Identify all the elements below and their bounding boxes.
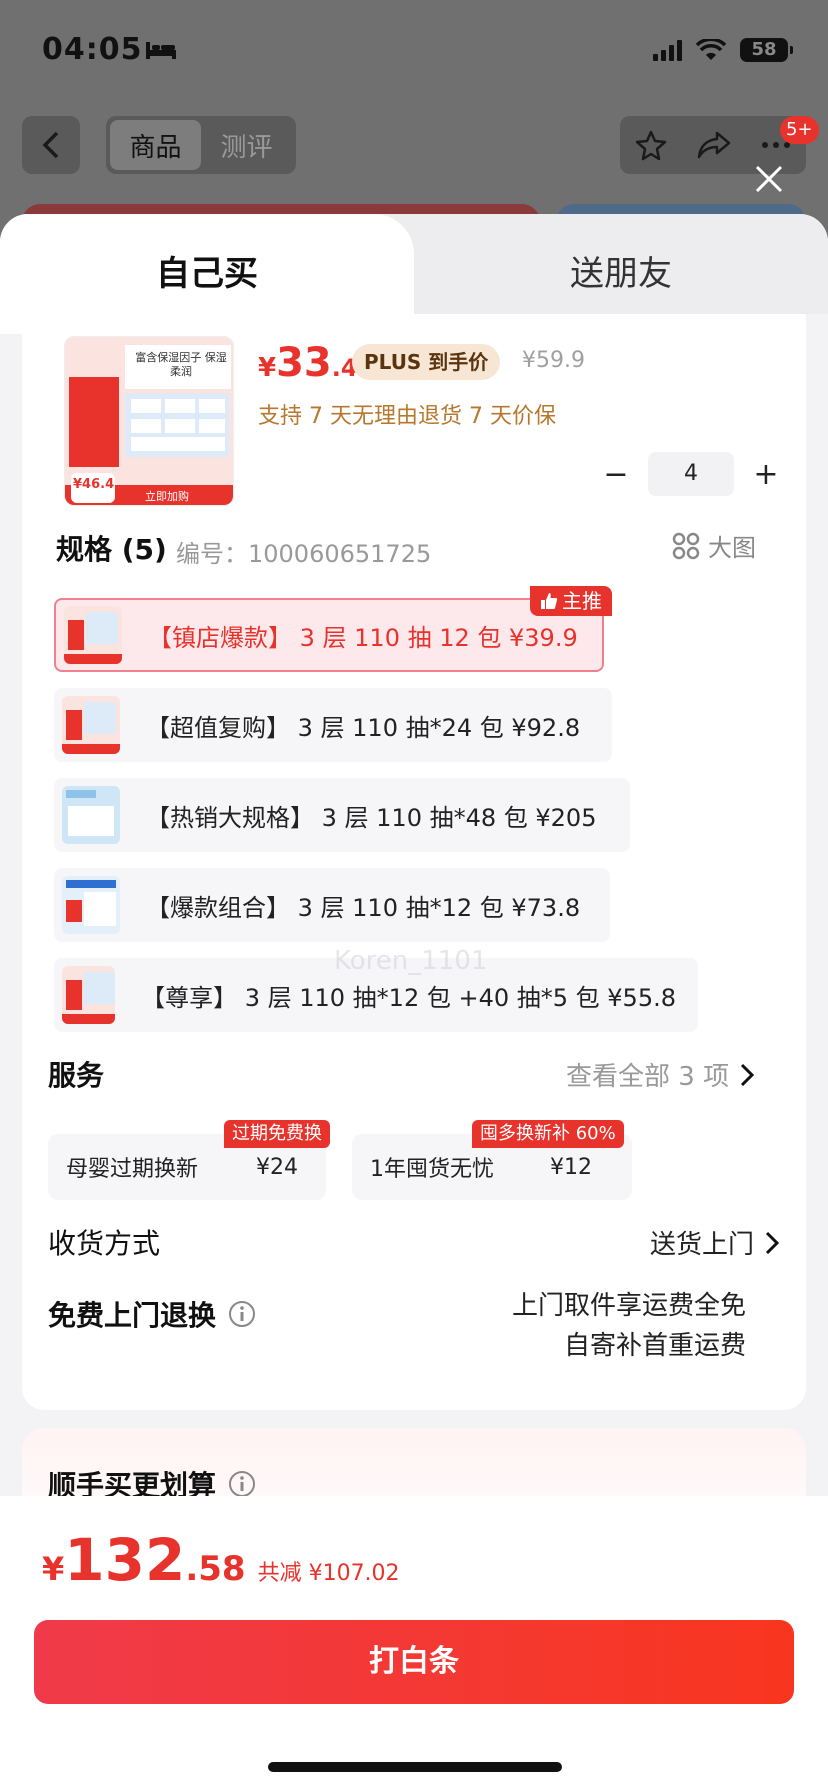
grid-icon xyxy=(672,532,700,559)
original-price: ¥59.9 xyxy=(522,348,585,373)
service-price: ¥24 xyxy=(256,1154,298,1180)
decrease-button[interactable]: − xyxy=(602,457,630,492)
tab-self-buy[interactable]: 自己买 xyxy=(156,246,258,295)
total-decimal: .58 xyxy=(185,1549,246,1589)
close-icon[interactable] xyxy=(752,162,786,196)
free-return-line-1: 上门取件享运费全免 xyxy=(511,1291,746,1321)
price-integer: 33 xyxy=(276,340,332,386)
option-thumbnail xyxy=(64,606,122,664)
spec-option[interactable]: 【热销大规格】 3 层 110 抽*48 包 ¥205 xyxy=(54,778,630,852)
battery-indicator: 58 xyxy=(740,38,793,62)
quantity-stepper: − 4 + xyxy=(602,452,780,496)
service-view-all[interactable]: 查看全部 3 项 xyxy=(566,1056,755,1093)
product-image-cta: 立即加购 xyxy=(145,490,189,503)
chevron-left-icon xyxy=(42,131,59,159)
chevron-right-icon xyxy=(741,1063,755,1086)
delivery-method[interactable]: 送货上门 xyxy=(650,1224,780,1261)
product-image-promo: 富含保湿因子 保湿柔润 xyxy=(135,351,227,378)
option-label: 【超值复购】 3 层 110 抽*24 包 ¥92.8 xyxy=(146,713,581,742)
info-icon[interactable] xyxy=(228,1300,256,1328)
wifi-icon xyxy=(696,39,726,60)
free-return-title: 免费上门退换 xyxy=(48,1294,256,1334)
free-return-detail: 上门取件享运费全免 自寄补首重运费 xyxy=(512,1286,746,1366)
service-label: 1年囤货无忧 xyxy=(370,1157,494,1182)
sleep-focus-icon xyxy=(146,42,176,59)
status-indicators: 58 xyxy=(653,38,793,62)
status-time: 04:05 xyxy=(42,32,143,67)
option-label: 【镇店爆款】 3 层 110 抽 12 包 ¥39.9 xyxy=(148,623,578,652)
spec-option[interactable]: 【超值复购】 3 层 110 抽*24 包 ¥92.8 xyxy=(54,688,612,762)
checkout-bar: ¥ 132 .58 共减 ¥107.02 打白条 xyxy=(0,1496,828,1792)
plus-price-tag: PLUS 到手价 xyxy=(352,344,501,380)
big-image-label: 大图 xyxy=(708,534,756,562)
option-label: 【爆款组合】 3 层 110 抽*12 包 ¥73.8 xyxy=(146,893,581,922)
option-thumbnail xyxy=(62,786,120,844)
watermark: Koren_1101 xyxy=(334,946,488,976)
product-code: 编号：100060651725 xyxy=(176,540,432,568)
spec-option[interactable]: 【镇店爆款】 3 层 110 抽 12 包 ¥39.9 xyxy=(54,598,604,672)
main-tag-label: 主推 xyxy=(562,589,602,613)
service-label: 母婴过期换新 xyxy=(66,1157,199,1182)
thumbs-up-icon xyxy=(541,593,558,609)
header-tabs: 商品 测评 xyxy=(106,116,296,174)
option-thumbnail xyxy=(62,876,120,934)
share-icon[interactable] xyxy=(697,130,731,160)
service-tag: 囤多换新补 60% xyxy=(472,1120,624,1148)
quantity-value[interactable]: 4 xyxy=(648,452,734,496)
tab-product[interactable]: 商品 xyxy=(110,120,201,170)
cellular-signal-icon xyxy=(653,39,682,61)
star-icon[interactable] xyxy=(635,129,667,161)
service-tag: 过期免费换 xyxy=(224,1120,330,1148)
big-image-toggle[interactable]: 大图 xyxy=(672,528,756,563)
delivery-value: 送货上门 xyxy=(649,1230,754,1260)
option-label: 【热销大规格】 3 层 110 抽*48 包 ¥205 xyxy=(146,803,597,832)
baitiao-pay-button[interactable]: 打白条 xyxy=(34,1620,794,1704)
service-price: ¥12 xyxy=(550,1154,592,1180)
total-saved: 共减 ¥107.02 xyxy=(257,1561,400,1586)
service-title: 服务 xyxy=(48,1059,105,1092)
tab-gift-friend[interactable]: 送朋友 xyxy=(570,246,672,295)
free-return-label: 免费上门退换 xyxy=(48,1299,217,1332)
total-price: ¥ 132 .58 共减 ¥107.02 xyxy=(42,1526,400,1594)
option-thumbnail xyxy=(62,696,120,754)
service-guarantee: 支持 7 天无理由退货 7 天价保 xyxy=(258,404,556,429)
back-button[interactable] xyxy=(22,116,80,174)
spec-option[interactable]: 【爆款组合】 3 层 110 抽*12 包 ¥73.8 xyxy=(54,868,610,942)
product-image-price: ¥46.4 xyxy=(73,477,115,492)
tab-review[interactable]: 测评 xyxy=(201,120,292,170)
service-view-all-label: 查看全部 3 项 xyxy=(566,1062,730,1092)
free-return-line-2: 自寄补首重运费 xyxy=(563,1331,746,1361)
product-card: 富含保湿因子 保湿柔润 ¥46.4 立即加购 ¥ 33 .4 PLUS 到手价 … xyxy=(22,314,806,1410)
home-indicator[interactable] xyxy=(268,1762,562,1772)
option-label: 【尊享】 3 层 110 抽*12 包 +40 抽*5 包 ¥55.8 xyxy=(141,983,676,1012)
price-currency: ¥ xyxy=(258,353,277,383)
delivery-label: 收货方式 xyxy=(48,1227,161,1260)
option-thumbnail xyxy=(62,966,116,1024)
increase-button[interactable]: + xyxy=(752,457,780,492)
screen: 04:05 58 商品 测评 5+ 自己买 送朋友 富含保湿因子 保湿柔润 ¥4… xyxy=(0,0,828,1792)
chevron-right-icon xyxy=(765,1231,780,1254)
notification-badge: 5+ xyxy=(780,116,819,144)
total-currency: ¥ xyxy=(42,1550,65,1588)
product-price: ¥ 33 .4 xyxy=(258,340,358,386)
total-integer: 132 xyxy=(64,1526,186,1594)
spec-title: 规格 (5) xyxy=(56,533,167,566)
product-image[interactable]: 富含保湿因子 保湿柔润 ¥46.4 立即加购 xyxy=(64,336,234,506)
main-recommend-tag: 主推 xyxy=(530,586,612,616)
info-icon[interactable] xyxy=(228,1470,256,1498)
